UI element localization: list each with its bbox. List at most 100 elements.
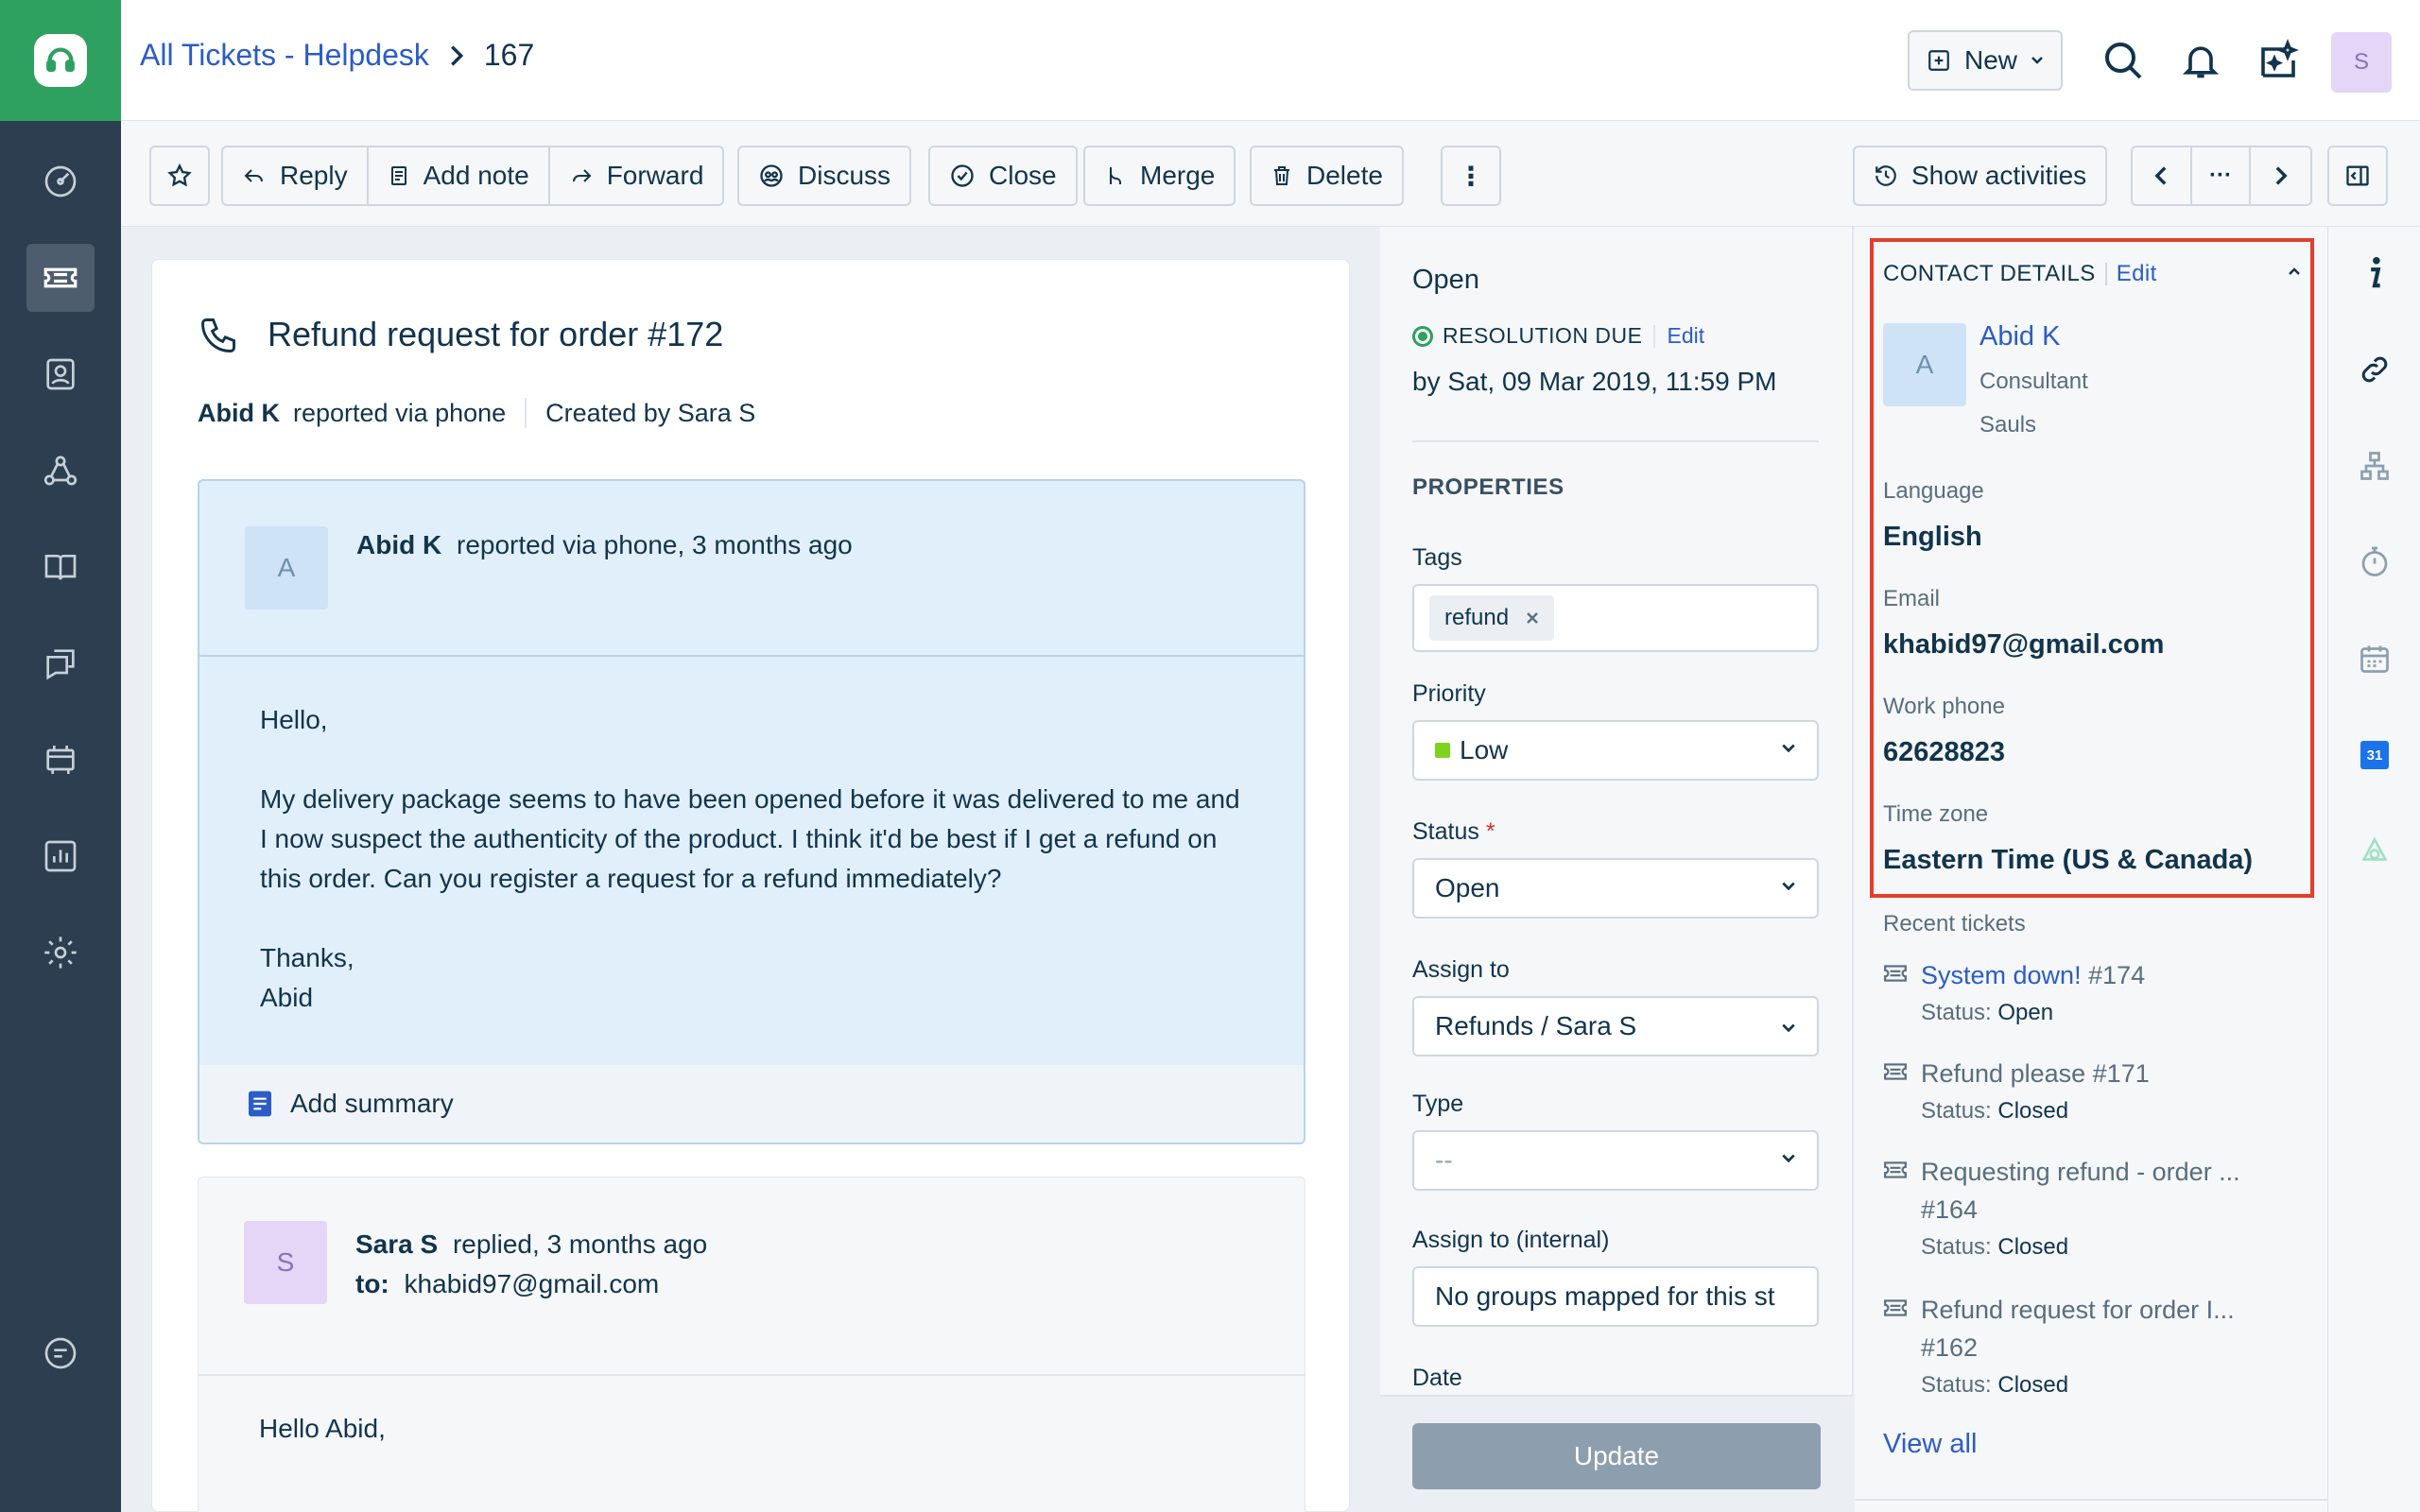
update-button[interactable]: Update bbox=[1412, 1423, 1821, 1489]
breadcrumb-ticket-id: 167 bbox=[483, 38, 535, 72]
divider bbox=[525, 398, 527, 428]
search-icon[interactable] bbox=[2095, 32, 2152, 89]
merge-icon bbox=[1104, 163, 1127, 189]
ticket-subject: Refund request for order #172 bbox=[268, 315, 724, 353]
view-all-link[interactable]: View all bbox=[1883, 1429, 1977, 1460]
ticket-icon bbox=[1883, 1298, 1908, 1317]
message-paragraph: My delivery package seems to have been o… bbox=[260, 784, 1240, 893]
message-author[interactable]: Abid K bbox=[356, 530, 441, 559]
contact-name-link[interactable]: Abid K bbox=[1979, 321, 2060, 352]
plus-square-icon bbox=[1927, 48, 1951, 73]
add-note-label: Add note bbox=[423, 161, 529, 190]
message-body: Hello, My delivery package seems to have… bbox=[260, 700, 1243, 1018]
reply-to-email: khabid97@gmail.com bbox=[404, 1269, 660, 1298]
contact-avatar: A bbox=[245, 526, 328, 610]
tickets-icon[interactable] bbox=[26, 244, 95, 312]
new-button-label: New bbox=[1963, 45, 2017, 75]
delete-button[interactable]: Delete bbox=[1250, 146, 1404, 206]
knowledge-base-icon[interactable] bbox=[26, 533, 95, 601]
discuss-button[interactable]: Discuss bbox=[737, 146, 912, 206]
calendar-icon[interactable] bbox=[2351, 635, 2398, 682]
recent-ticket-item[interactable]: System down! #174 Status: Open bbox=[1883, 956, 2299, 1032]
freddy-ai-sparkle-icon[interactable] bbox=[2250, 32, 2307, 89]
forward-arrow-icon bbox=[569, 164, 594, 187]
reply-author[interactable]: Sara S bbox=[355, 1229, 438, 1259]
forward-button[interactable]: Forward bbox=[550, 147, 723, 204]
type-select[interactable]: -- bbox=[1412, 1130, 1819, 1191]
groups-icon[interactable] bbox=[26, 437, 95, 505]
status-select[interactable]: Open bbox=[1412, 858, 1819, 919]
properties-heading: PROPERTIES bbox=[1412, 474, 1564, 500]
type-value: -- bbox=[1435, 1145, 1453, 1175]
new-button[interactable]: New bbox=[1908, 30, 2063, 91]
message-meta: Abid K reported via phone, 3 months ago bbox=[356, 530, 853, 560]
previous-ticket-button[interactable] bbox=[2133, 147, 2192, 204]
ticket-properties-panel: Open RESOLUTION DUE Edit by Sat, 09 Mar … bbox=[1380, 227, 1853, 1512]
tags-input[interactable]: refund bbox=[1412, 584, 1819, 652]
hierarchy-icon[interactable] bbox=[2351, 442, 2398, 490]
recent-ticket-item[interactable]: Requesting refund - order ... #164 Statu… bbox=[1883, 1153, 2299, 1266]
assign-internal-label: Assign to (internal) bbox=[1412, 1227, 1610, 1253]
ticket-list-button[interactable]: ··· bbox=[2192, 147, 2252, 204]
reply-button[interactable]: Reply bbox=[223, 147, 369, 204]
ticket-toolbar: Reply Add note Forward Discuss Close Mer… bbox=[121, 121, 2420, 227]
recent-tickets-label: Recent tickets bbox=[1883, 911, 2026, 936]
settings-icon[interactable] bbox=[26, 919, 95, 987]
add-summary-button[interactable]: Add summary bbox=[199, 1065, 1304, 1143]
summary-document-icon bbox=[245, 1089, 275, 1119]
contacts-icon[interactable] bbox=[26, 340, 95, 408]
resolution-edit-link[interactable]: Edit bbox=[1667, 323, 1704, 349]
contact-edit-link[interactable]: Edit bbox=[2117, 261, 2157, 287]
close-ticket-button[interactable]: Close bbox=[928, 146, 1078, 206]
note-icon bbox=[388, 163, 410, 188]
breadcrumb: All Tickets - Helpdesk 167 bbox=[140, 38, 534, 73]
assign-to-select[interactable]: Refunds / Sara S bbox=[1412, 996, 1819, 1057]
user-avatar[interactable]: S bbox=[2331, 32, 2392, 93]
notifications-bell-icon[interactable] bbox=[2172, 32, 2229, 89]
breadcrumb-chevron-icon bbox=[448, 44, 465, 66]
google-calendar-icon[interactable]: 31 bbox=[2351, 731, 2398, 779]
forums-icon[interactable] bbox=[26, 629, 95, 697]
add-note-button[interactable]: Add note bbox=[369, 147, 550, 204]
ticket-icon bbox=[1883, 1062, 1908, 1081]
star-button[interactable] bbox=[149, 146, 210, 206]
info-icon[interactable] bbox=[2351, 249, 2398, 297]
next-ticket-button[interactable] bbox=[2251, 147, 2310, 204]
discuss-people-icon bbox=[758, 163, 785, 189]
toggle-sidebar-button[interactable] bbox=[2327, 146, 2388, 206]
app-logo[interactable] bbox=[0, 0, 121, 121]
dashboard-icon[interactable] bbox=[26, 147, 95, 215]
priority-select[interactable]: Low bbox=[1412, 720, 1819, 781]
discuss-label: Discuss bbox=[798, 161, 891, 190]
recent-ticket-title[interactable]: Requesting refund - order ... bbox=[1921, 1153, 2299, 1191]
recent-ticket-item[interactable]: Refund request for order I... #162 Statu… bbox=[1883, 1291, 2299, 1404]
assign-internal-input[interactable]: No groups mapped for this st bbox=[1412, 1266, 1819, 1327]
more-actions-button[interactable]: ⋮ bbox=[1441, 146, 1501, 206]
merge-button[interactable]: Merge bbox=[1083, 146, 1236, 206]
top-header: All Tickets - Helpdesk 167 New S bbox=[121, 0, 2420, 121]
recent-ticket-title-link[interactable]: System down! bbox=[1921, 961, 2082, 989]
timer-icon[interactable] bbox=[2351, 539, 2398, 586]
chat-icon[interactable] bbox=[26, 1319, 95, 1387]
recent-ticket-item[interactable]: Refund please #171 Status: Closed bbox=[1883, 1055, 2299, 1130]
recent-ticket-title[interactable]: Refund request for order I... bbox=[1921, 1291, 2299, 1329]
show-activities-label: Show activities bbox=[1911, 161, 2087, 190]
reporter-name[interactable]: Abid K bbox=[198, 399, 280, 428]
link-icon[interactable] bbox=[2351, 346, 2398, 393]
app-integration-icon[interactable] bbox=[2351, 828, 2398, 875]
reports-icon[interactable] bbox=[26, 822, 95, 890]
show-activities-button[interactable]: Show activities bbox=[1853, 146, 2108, 206]
breadcrumb-all-tickets-link[interactable]: All Tickets - Helpdesk bbox=[140, 38, 429, 73]
reply-meta-text: replied, 3 months ago bbox=[452, 1229, 708, 1259]
contact-avatar: A bbox=[1883, 323, 1966, 406]
message-header: A Abid K reported via phone, 3 months ag… bbox=[199, 481, 1304, 657]
collapse-chevron-up-icon[interactable] bbox=[2288, 266, 2301, 276]
remove-tag-icon[interactable] bbox=[1526, 611, 1539, 625]
language-label: Language bbox=[1883, 478, 1984, 504]
agent-avatar: S bbox=[244, 1221, 327, 1304]
recent-ticket-title[interactable]: Refund please bbox=[1921, 1059, 2085, 1088]
priority-low-indicator bbox=[1435, 743, 1450, 758]
required-asterisk: * bbox=[1485, 818, 1495, 845]
contact-details-header: CONTACT DETAILS Edit bbox=[1883, 261, 2157, 287]
assets-icon[interactable] bbox=[26, 726, 95, 794]
